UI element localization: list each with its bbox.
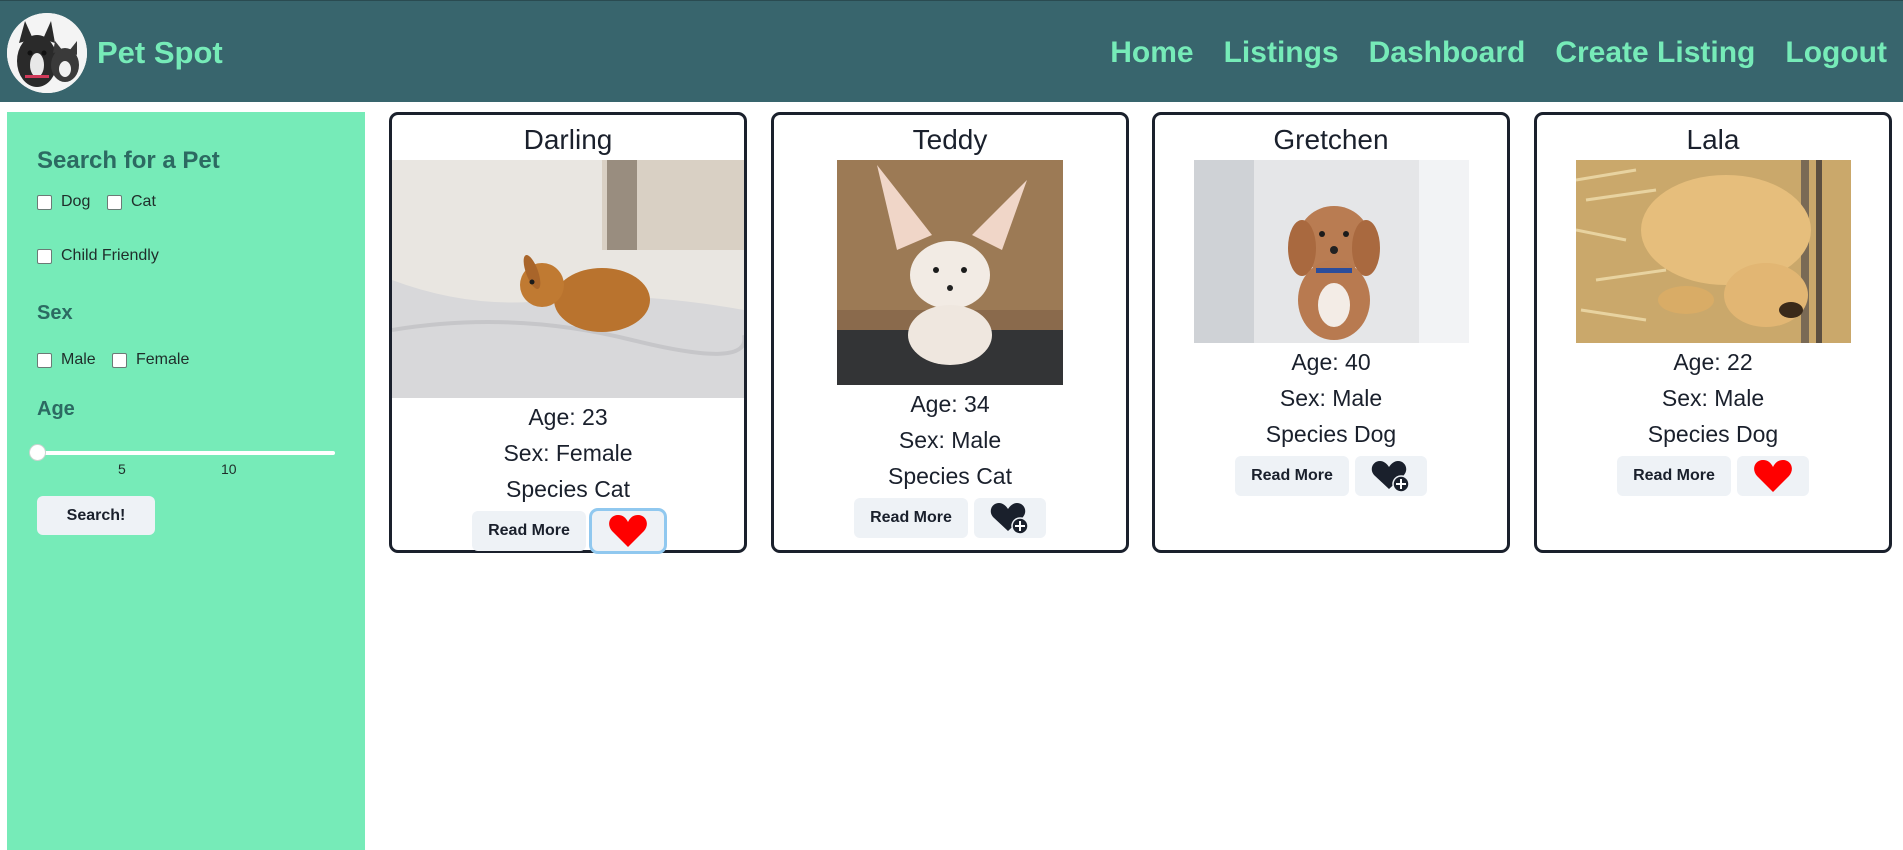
age-tick-10: 10 <box>221 461 237 477</box>
female-filter[interactable]: Female <box>112 351 189 369</box>
dog-filter[interactable]: Dog <box>37 193 90 211</box>
age-slider-thumb[interactable] <box>29 444 46 461</box>
read-more-button[interactable]: Read More <box>1617 456 1731 496</box>
card-actions: Read More <box>392 511 744 551</box>
pet-species: Species Cat <box>505 476 630 502</box>
child-friendly-filter[interactable]: Child Friendly <box>37 247 159 265</box>
pet-name: Gretchen <box>1273 124 1389 155</box>
card-actions: Read More <box>774 498 1126 538</box>
female-label: Female <box>136 351 190 368</box>
nav-create-listing-link[interactable]: Create Listing <box>1555 35 1755 71</box>
favorite-button[interactable] <box>1736 456 1809 496</box>
cat-checkbox[interactable] <box>107 194 122 210</box>
favorite-button[interactable] <box>591 511 664 551</box>
heart-filled-icon <box>609 515 647 547</box>
brand-logo[interactable] <box>7 13 87 93</box>
pet-card: Teddy Age: 34 Sex: Male Species Cat Read… <box>771 112 1129 553</box>
pet-photo-puppy <box>1576 160 1851 343</box>
cat-filter[interactable]: Cat <box>107 193 156 211</box>
nav-dashboard-link[interactable]: Dashboard <box>1369 35 1526 71</box>
age-tick-5: 5 <box>118 461 126 477</box>
pet-sex: Sex: Male <box>898 427 1002 453</box>
pet-name: Lala <box>1686 124 1740 155</box>
read-more-button[interactable]: Read More <box>472 511 586 551</box>
male-filter[interactable]: Male <box>37 351 96 369</box>
cat-label: Cat <box>131 193 156 210</box>
card-actions: Read More <box>1537 456 1889 496</box>
heart-add-icon <box>1371 461 1410 493</box>
search-button[interactable]: Search! <box>37 496 155 535</box>
pet-photo-fennec <box>837 160 1063 385</box>
card-actions: Read More <box>1155 456 1507 496</box>
favorite-button[interactable] <box>1354 456 1427 496</box>
sex-section-title: Sex <box>37 302 73 324</box>
pet-sex: Sex: Male <box>1661 385 1765 411</box>
favorite-button[interactable] <box>973 498 1046 538</box>
brand-name[interactable]: Pet Spot <box>97 35 223 71</box>
top-navbar: Pet Spot Home Listings Dashboard Create … <box>0 0 1903 102</box>
pet-name: Darling <box>523 124 613 155</box>
pet-species: Species Dog <box>1265 421 1397 447</box>
age-section-title: Age <box>37 398 75 420</box>
heart-filled-icon <box>1754 460 1792 492</box>
search-title: Search for a Pet <box>37 147 220 174</box>
search-sidebar: Search for a Pet Dog Cat Child Friendly … <box>7 112 365 850</box>
dog-label: Dog <box>61 193 91 210</box>
main-nav: Home Listings Dashboard Create Listing L… <box>1110 35 1903 71</box>
read-more-button[interactable]: Read More <box>1235 456 1349 496</box>
female-checkbox[interactable] <box>112 352 127 368</box>
male-label: Male <box>61 351 96 368</box>
pet-name: Teddy <box>912 124 988 155</box>
pet-card: Darling Age: 23 Sex: Female Species Cat … <box>389 112 747 553</box>
pet-sex: Sex: Female <box>503 440 633 466</box>
pet-sex: Sex: Male <box>1279 385 1383 411</box>
pet-age: Age: 34 <box>910 391 990 417</box>
dog-checkbox[interactable] <box>37 194 52 210</box>
pet-card: Gretchen Age: 40 Sex: Male Species Dog R… <box>1152 112 1510 553</box>
nav-listings-link[interactable]: Listings <box>1224 35 1339 71</box>
pet-card: Lala Age: 22 Sex: Male Species Dog Read … <box>1534 112 1892 553</box>
child-friendly-label: Child Friendly <box>61 247 159 264</box>
pet-species: Species Dog <box>1647 421 1779 447</box>
nav-home-link[interactable]: Home <box>1110 35 1193 71</box>
pet-age: Age: 40 <box>1291 349 1371 375</box>
child-friendly-checkbox[interactable] <box>37 248 52 264</box>
pet-age: Age: 22 <box>1673 349 1753 375</box>
pet-species: Species Cat <box>887 463 1012 489</box>
pet-photo-rabbit <box>392 160 744 398</box>
male-checkbox[interactable] <box>37 352 52 368</box>
nav-logout-link[interactable]: Logout <box>1785 35 1887 71</box>
age-slider-track[interactable] <box>37 451 335 455</box>
heart-add-icon <box>990 503 1029 535</box>
read-more-button[interactable]: Read More <box>854 498 968 538</box>
pet-age: Age: 23 <box>528 404 608 430</box>
pet-photo-dog <box>1194 160 1469 343</box>
